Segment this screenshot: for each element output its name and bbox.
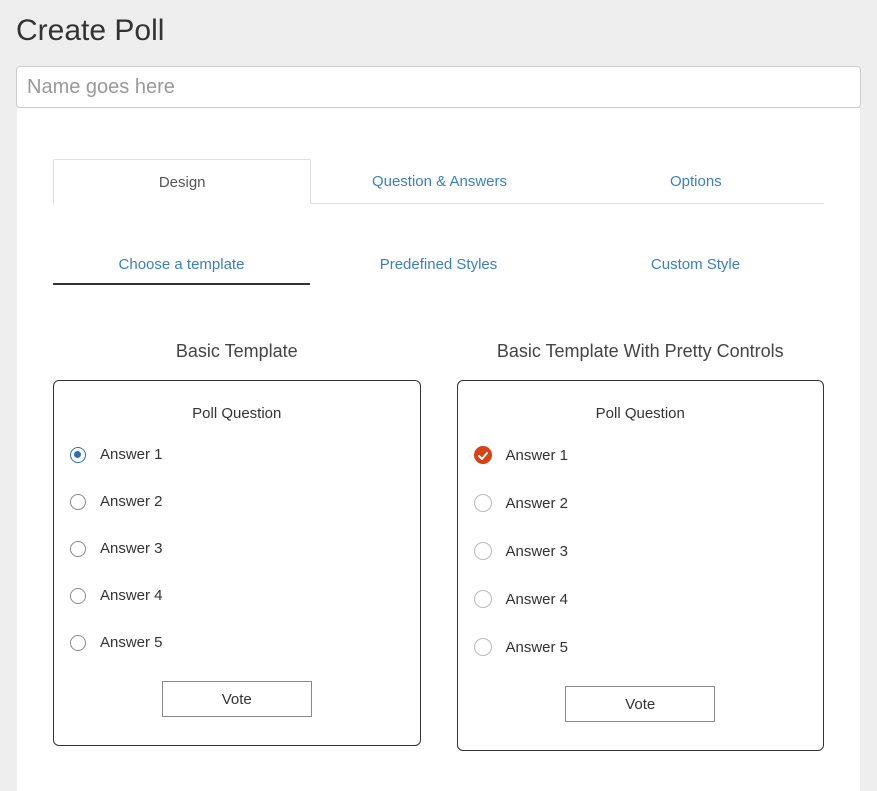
answer-row[interactable]: Answer 1 — [68, 446, 406, 463]
radio-icon[interactable] — [70, 635, 86, 651]
answer-label: Answer 4 — [100, 587, 163, 604]
radio-icon[interactable] — [70, 588, 86, 604]
poll-question-pretty: Poll Question — [472, 405, 810, 422]
tab-question-answers[interactable]: Question & Answers — [311, 159, 567, 204]
tab-options[interactable]: Options — [568, 159, 824, 204]
answer-row[interactable]: Answer 2 — [68, 493, 406, 510]
template-pretty-card: Poll Question Answer 1 Answer 2 Answer 3 — [457, 380, 825, 751]
answer-row[interactable]: Answer 4 — [68, 587, 406, 604]
answer-row[interactable]: Answer 3 — [68, 540, 406, 557]
design-subtabs: Choose a template Predefined Styles Cust… — [53, 248, 824, 285]
templates-row: Basic Template Poll Question Answer 1 An… — [53, 341, 824, 751]
answer-label: Answer 1 — [100, 446, 163, 463]
radio-pretty-icon[interactable] — [474, 542, 492, 560]
answer-label: Answer 2 — [100, 493, 163, 510]
template-basic-card: Poll Question Answer 1 Answer 2 Answer 3… — [53, 380, 421, 746]
radio-pretty-icon[interactable] — [474, 638, 492, 656]
answer-row[interactable]: Answer 5 — [472, 638, 810, 656]
vote-button-pretty[interactable]: Vote — [565, 686, 715, 722]
answer-row[interactable]: Answer 1 — [472, 446, 810, 464]
answer-label: Answer 3 — [506, 543, 569, 560]
answer-row[interactable]: Answer 3 — [472, 542, 810, 560]
subtab-choose-template[interactable]: Choose a template — [53, 248, 310, 285]
radio-pretty-icon[interactable] — [474, 446, 492, 464]
template-pretty-title: Basic Template With Pretty Controls — [457, 341, 825, 362]
answer-label: Answer 5 — [100, 634, 163, 651]
answer-row[interactable]: Answer 2 — [472, 494, 810, 512]
template-basic[interactable]: Basic Template Poll Question Answer 1 An… — [53, 341, 421, 751]
template-basic-title: Basic Template — [53, 341, 421, 362]
check-icon — [477, 450, 489, 462]
subtab-custom-style[interactable]: Custom Style — [567, 248, 824, 285]
main-panel: Design Question & Answers Options Choose… — [16, 108, 861, 791]
answer-label: Answer 4 — [506, 591, 569, 608]
answer-label: Answer 5 — [506, 639, 569, 656]
tab-design[interactable]: Design — [53, 159, 311, 204]
page-title: Create Poll — [0, 0, 877, 66]
poll-name-input[interactable] — [16, 66, 861, 108]
radio-icon[interactable] — [70, 541, 86, 557]
radio-pretty-icon[interactable] — [474, 590, 492, 608]
subtab-predefined-styles[interactable]: Predefined Styles — [310, 248, 567, 285]
poll-question-basic: Poll Question — [68, 405, 406, 422]
answer-row[interactable]: Answer 4 — [472, 590, 810, 608]
answer-label: Answer 1 — [506, 447, 569, 464]
main-tabs: Design Question & Answers Options — [53, 158, 824, 204]
vote-button-basic[interactable]: Vote — [162, 681, 312, 717]
answer-row[interactable]: Answer 5 — [68, 634, 406, 651]
template-pretty[interactable]: Basic Template With Pretty Controls Poll… — [457, 341, 825, 751]
answer-label: Answer 3 — [100, 540, 163, 557]
radio-icon[interactable] — [70, 494, 86, 510]
radio-pretty-icon[interactable] — [474, 494, 492, 512]
answer-label: Answer 2 — [506, 495, 569, 512]
radio-icon[interactable] — [70, 447, 86, 463]
